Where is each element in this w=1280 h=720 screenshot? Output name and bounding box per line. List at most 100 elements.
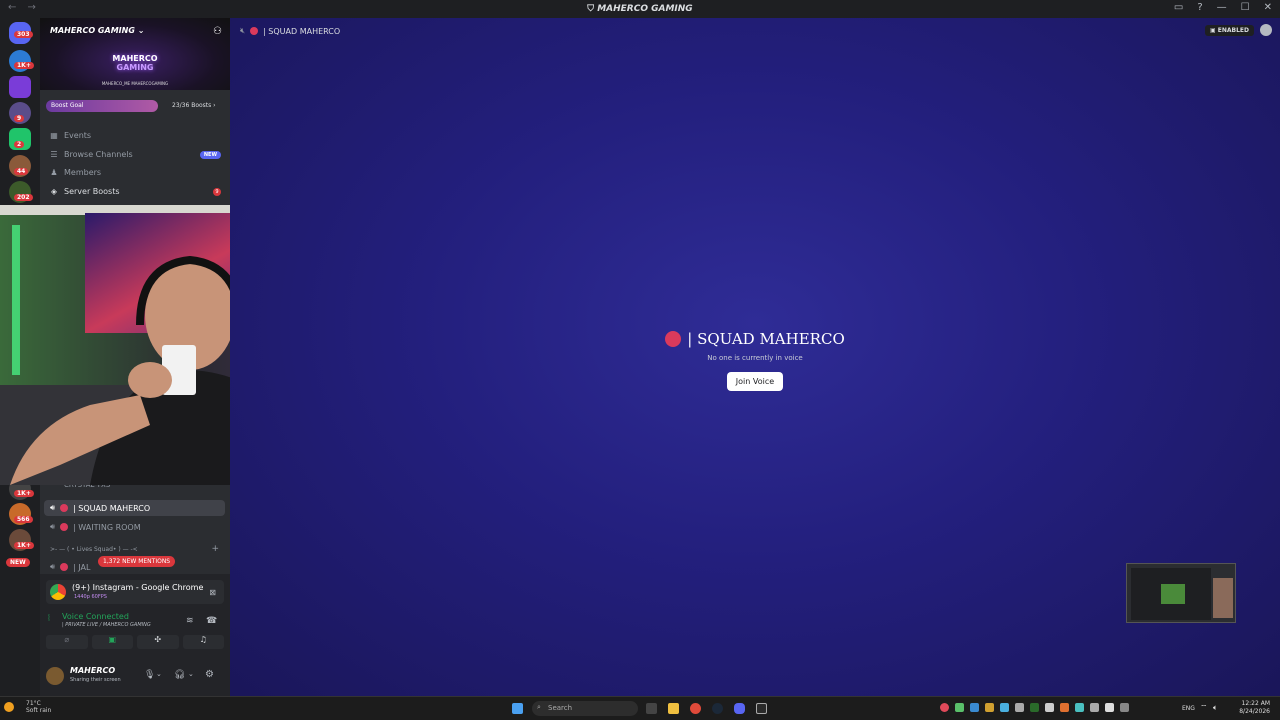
tray-app-icon[interactable] — [1000, 703, 1009, 712]
boost-count-badge: 9 — [213, 187, 221, 196]
tray-app-icon[interactable] — [1060, 703, 1069, 712]
menu-item-events[interactable]: ▦ Events — [49, 131, 221, 140]
voice-channel-waiting[interactable]: 🔊︎ | WAITING ROOM — [44, 519, 225, 535]
notification-badge: 1K+ — [14, 542, 34, 549]
discord-icon[interactable] — [734, 703, 745, 714]
tray-app-icon[interactable] — [1105, 703, 1114, 712]
tray-app-icon[interactable] — [1090, 703, 1099, 712]
screen-share-button[interactable]: ▣ — [91, 635, 133, 649]
tray-app-icon[interactable] — [970, 703, 979, 712]
voice-status[interactable]: Voice Connected — [62, 612, 129, 621]
boost-count[interactable]: 23/36 Boosts › — [172, 102, 216, 109]
stop-stream-icon[interactable]: ⊠ — [209, 588, 216, 597]
channel-category[interactable]: >- — ( • Lives Squad• ) — -< + — [44, 543, 225, 555]
start-icon[interactable] — [512, 703, 523, 714]
tray-app-icon[interactable] — [1030, 703, 1039, 712]
clock[interactable]: 12:22 AM 8/24/2026 — [1239, 700, 1270, 716]
server-banner[interactable]: MAHERCO GAMING ⌄ ⚇ MAHERCO GAMING MAHERC… — [40, 18, 230, 90]
notification-badge: 1K+ — [14, 62, 34, 69]
menu-item-browse-channels[interactable]: ☰ Browse Channels NEW — [49, 150, 221, 159]
notification-badge: 1K+ — [14, 490, 34, 497]
voice-channel-view: 🔇︎ | SQUAD MAHERCO ▣ ENABLED | SQUAD MAH… — [230, 18, 1280, 696]
server-name[interactable]: MAHERCO GAMING ⌄ — [50, 26, 144, 35]
username[interactable]: MAHERCO — [70, 666, 115, 675]
tray-app-icon[interactable] — [955, 703, 964, 712]
notification-badge: 44 — [14, 168, 29, 175]
menu-item-server-boosts[interactable]: ◈ Server Boosts 9 — [49, 187, 221, 196]
settings-gear-icon[interactable]: ⚙ — [205, 669, 214, 680]
enabled-badge[interactable]: ▣ ENABLED — [1204, 25, 1254, 36]
file-explorer-icon[interactable] — [668, 703, 679, 714]
channel-title: | SQUAD MAHERCO — [230, 330, 1280, 348]
help-icon[interactable]: ? — [1197, 2, 1202, 13]
taskbar-search[interactable]: ⌕ Search — [532, 701, 638, 716]
new-badge: NEW — [199, 150, 221, 159]
voice-channel-path[interactable]: | PRIVATE LIVE / MAHERCO GAMING — [62, 622, 151, 628]
microphone-icon[interactable]: 🎙︎ — [144, 670, 155, 680]
weather-widget[interactable]: 71°C Soft rain — [26, 700, 51, 714]
speaker-icon: 🔊︎ — [50, 522, 56, 531]
boost-goal-bar[interactable]: Boost Goal — [46, 100, 158, 112]
menu-item-members[interactable]: ♟ Members — [49, 168, 221, 177]
social-handles: MAHERCO_ME MAHERCOGAMING — [101, 81, 169, 86]
new-pill[interactable]: NEW — [6, 558, 30, 567]
shield-icon: ⛉ — [587, 4, 598, 14]
notification-badge: 2 — [14, 141, 25, 148]
red-dot-icon — [60, 563, 69, 571]
wifi-icon[interactable]: ⌔ — [1200, 703, 1208, 713]
invite-icon[interactable]: ⚇ — [213, 26, 222, 37]
tray-app-icon[interactable] — [1045, 703, 1054, 712]
red-dot-icon — [60, 504, 69, 512]
close-button[interactable]: ✕ — [1264, 2, 1272, 13]
tray-app-icon[interactable] — [940, 703, 949, 712]
volume-icon[interactable]: 🔈︎ — [1213, 703, 1218, 713]
chrome-icon[interactable] — [690, 703, 701, 714]
tray-app-icon[interactable] — [985, 703, 994, 712]
app-icon[interactable] — [756, 703, 767, 714]
notification-badge: 9 — [14, 115, 25, 122]
language-indicator[interactable]: ENG — [1182, 705, 1195, 712]
voice-channel-squad[interactable]: 🔊︎ | SQUAD MAHERCO — [44, 500, 225, 516]
taskbar: 71°C Soft rain ⌕ Search ENG ⌔ 🔈︎ 12:22 A… — [0, 696, 1280, 720]
headphones-icon[interactable]: 🎧︎ — [174, 670, 185, 680]
inbox-icon[interactable]: ▭ — [1174, 2, 1183, 13]
noise-suppression-icon[interactable]: ≋ — [186, 616, 194, 626]
speaker-icon: 🔊︎ — [50, 503, 56, 512]
red-dot-icon — [665, 331, 682, 347]
red-dot-icon — [60, 523, 69, 531]
avatar[interactable] — [46, 667, 64, 685]
activities-button[interactable]: ✣ — [137, 635, 179, 649]
chevron-down-icon[interactable]: ⌄ — [156, 670, 162, 678]
chrome-icon — [50, 584, 66, 600]
screen-share-thumbnail[interactable] — [1126, 563, 1236, 623]
maximize-button[interactable]: ☐ — [1241, 2, 1250, 13]
server-logo: MAHERCO GAMING — [112, 54, 158, 72]
server-icon[interactable] — [9, 76, 31, 98]
add-channel-icon[interactable]: + — [211, 544, 219, 554]
chat-icon[interactable] — [1260, 24, 1272, 36]
user-panel: MAHERCO Sharing their screen 🎙︎ ⌄ 🎧︎ ⌄ ⚙ — [40, 658, 230, 696]
tray-app-icon[interactable] — [1015, 703, 1024, 712]
calendar-icon: ▦ — [50, 131, 58, 140]
speaker-muted-icon: 🔇︎ — [240, 26, 246, 35]
join-voice-button[interactable]: Join Voice — [726, 372, 784, 391]
signal-icon[interactable]: ⦚ — [48, 614, 50, 624]
task-view-icon[interactable] — [646, 703, 657, 714]
soundboard-button[interactable]: ♫ — [182, 635, 224, 649]
tray-app-icon[interactable] — [1075, 703, 1084, 712]
new-mentions-pill[interactable]: 1,372 NEW MENTIONS — [98, 556, 176, 567]
stream-title: (9+) Instagram - Google Chrome — [72, 583, 204, 592]
camera-off-button[interactable]: ⌀ — [46, 635, 88, 649]
stream-preview[interactable]: (9+) Instagram - Google Chrome 1440p 60F… — [46, 580, 224, 604]
window-title: ⛉ MAHERCO GAMING — [587, 4, 693, 14]
disconnect-icon[interactable]: ☎ — [206, 616, 217, 626]
nitro-icon: ▣ — [1209, 27, 1218, 34]
weather-icon[interactable] — [4, 702, 14, 712]
notification-badge: 202 — [14, 194, 33, 201]
notification-badge: 303 — [14, 31, 33, 38]
steam-icon[interactable] — [712, 703, 723, 714]
tray-app-icon[interactable] — [1120, 703, 1129, 712]
chevron-down-icon[interactable]: ⌄ — [188, 670, 194, 678]
minimize-button[interactable]: — — [1217, 2, 1227, 13]
search-icon: ⌕ — [537, 703, 541, 711]
